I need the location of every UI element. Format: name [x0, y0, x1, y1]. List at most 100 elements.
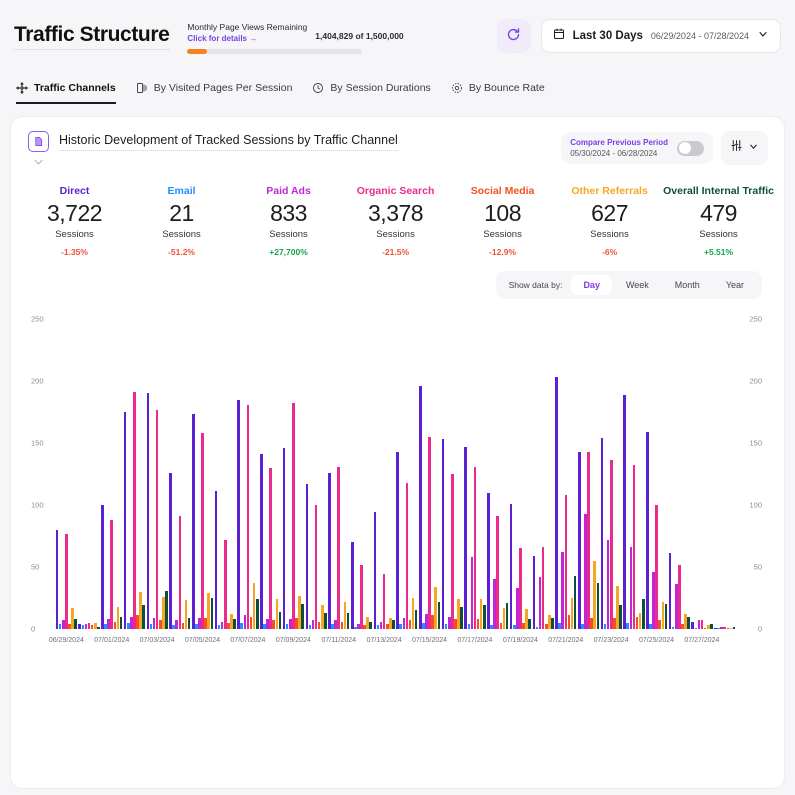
chart-bar: [305, 483, 309, 629]
kpi-channel-name: Other Referrals: [571, 185, 648, 197]
chart-bar: [392, 620, 395, 629]
kpi-channel-name: Direct: [59, 185, 90, 197]
quota-progress-bar: [187, 48, 363, 54]
kpi-unit: Sessions: [483, 229, 522, 240]
chart-day-group[interactable]: [554, 319, 577, 629]
quota-details-link[interactable]: Click for details →: [187, 34, 307, 43]
x-axis-tick: 07/27/2024: [684, 637, 720, 644]
chart-day-group[interactable]: [259, 319, 282, 629]
chart-settings-button[interactable]: [721, 131, 768, 165]
chart-bar: [551, 617, 554, 629]
chart-bar: [187, 617, 191, 629]
chart-bar: [532, 555, 536, 629]
chart-day-group[interactable]: [486, 319, 509, 629]
compare-label: Compare Previous Period: [570, 138, 668, 147]
chart-day-group[interactable]: [532, 319, 555, 629]
y-axis-tick-right: 50: [753, 562, 762, 572]
chart-bar: [428, 436, 431, 629]
chart-bar: [360, 564, 363, 629]
chart-bar: [641, 599, 645, 629]
sessions-bar-chart: 06/29/2024 07/01/2024 07/03/2024 07/05/2024…: [11, 311, 784, 651]
chart-day-group[interactable]: [214, 319, 237, 629]
tab-by-bounce-rate[interactable]: By Bounce Rate: [451, 72, 545, 104]
chart-day-group[interactable]: [713, 319, 736, 629]
chart-day-group[interactable]: [645, 319, 668, 629]
tab-by-visited-pages-per-session[interactable]: By Visited Pages Per Session: [136, 72, 292, 104]
chart-bar: [324, 612, 327, 629]
chart-day-group[interactable]: [305, 319, 328, 629]
x-axis-tick: 07/09/2024: [275, 637, 311, 644]
chart-day-group[interactable]: [691, 319, 714, 629]
chart-bar: [146, 393, 150, 629]
chart-day-group[interactable]: [577, 319, 600, 629]
chart-day-group[interactable]: [100, 319, 123, 629]
date-preset-label: Last 30 Days: [572, 30, 643, 42]
x-axis-tick: 07/05/2024: [185, 637, 221, 644]
chart-bar: [119, 616, 123, 629]
chart-day-group[interactable]: [464, 319, 487, 629]
chart-bar: [223, 539, 227, 629]
compare-previous-period-toggle[interactable]: Compare Previous Period 05/30/2024 - 06/…: [561, 132, 713, 164]
chart-bar: [646, 431, 649, 629]
chart-day-group[interactable]: [327, 319, 350, 629]
toggle-switch[interactable]: [677, 140, 704, 156]
chart-bar: [233, 619, 236, 629]
chart-day-group[interactable]: [441, 319, 464, 629]
chart-bar: [246, 404, 250, 629]
chart-bar: [473, 466, 477, 629]
tab-by-session-durations[interactable]: By Session Durations: [312, 72, 431, 104]
granularity-option-year[interactable]: Year: [714, 275, 756, 295]
chart-day-group[interactable]: [282, 319, 305, 629]
granularity-option-month[interactable]: Month: [663, 275, 712, 295]
chart-bar: [269, 467, 272, 629]
chart-day-group[interactable]: [78, 319, 101, 629]
chart-bar: [419, 385, 422, 629]
kpi-delta: -6%: [602, 247, 618, 257]
chart-day-group[interactable]: [418, 319, 441, 629]
y-axis-tick-left: 0: [31, 624, 36, 634]
refresh-button[interactable]: [496, 19, 531, 53]
sliders-icon: [730, 139, 743, 157]
card-header-actions: Compare Previous Period 05/30/2024 - 06/…: [561, 131, 768, 165]
card-header: Historic Development of Tracked Sessions…: [11, 117, 784, 171]
y-axis-tick-left: 200: [31, 376, 44, 386]
date-range-picker[interactable]: Last 30 Days 06/29/2024 - 07/28/2024: [540, 19, 781, 53]
chart-day-group[interactable]: [169, 319, 192, 629]
tab-traffic-channels[interactable]: Traffic Channels: [16, 72, 116, 104]
chart-bar: [210, 598, 214, 629]
chart-bar: [101, 505, 104, 629]
chart-day-group[interactable]: [600, 319, 623, 629]
chart-bar: [255, 599, 259, 629]
granularity-wrap: Show data by: Day Week Month Year: [11, 257, 784, 299]
target-icon: [451, 82, 463, 94]
chart-bar: [214, 491, 218, 629]
chart-bar: [655, 505, 658, 629]
network-nodes-icon: [16, 82, 28, 94]
kpi-channel-name: Organic Search: [356, 185, 435, 197]
kpi-card: Organic Search 3,378 Sessions -21.5%: [342, 185, 449, 257]
chart-day-group[interactable]: [123, 319, 146, 629]
calendar-icon: [553, 27, 565, 45]
chart-day-group[interactable]: [146, 319, 169, 629]
x-axis-tick: 07/11/2024: [321, 637, 357, 644]
kpi-card: Email 21 Sessions -51.2%: [128, 185, 235, 257]
chart-day-group[interactable]: [668, 319, 691, 629]
chart-day-group[interactable]: [373, 319, 396, 629]
granularity-option-week[interactable]: Week: [614, 275, 661, 295]
chart-day-group[interactable]: [350, 319, 373, 629]
compare-dates: 05/30/2024 - 06/28/2024: [570, 149, 658, 158]
granularity-option-day[interactable]: Day: [571, 275, 612, 295]
chart-day-group[interactable]: [396, 319, 419, 629]
granularity-label: Show data by:: [508, 280, 563, 290]
chart-day-group[interactable]: [55, 319, 78, 629]
chart-day-group[interactable]: [191, 319, 214, 629]
card-icon-group[interactable]: [25, 131, 51, 171]
chart-bar: [337, 466, 341, 629]
chart-bar: [169, 472, 172, 629]
chart-day-group[interactable]: [623, 319, 646, 629]
nav-tabs: Traffic Channels By Visited Pages Per Se…: [0, 72, 795, 104]
chart-day-group[interactable]: [237, 319, 260, 629]
chart-bar: [328, 472, 331, 629]
kpi-delta: +27,700%: [269, 247, 308, 257]
chart-day-group[interactable]: [509, 319, 532, 629]
